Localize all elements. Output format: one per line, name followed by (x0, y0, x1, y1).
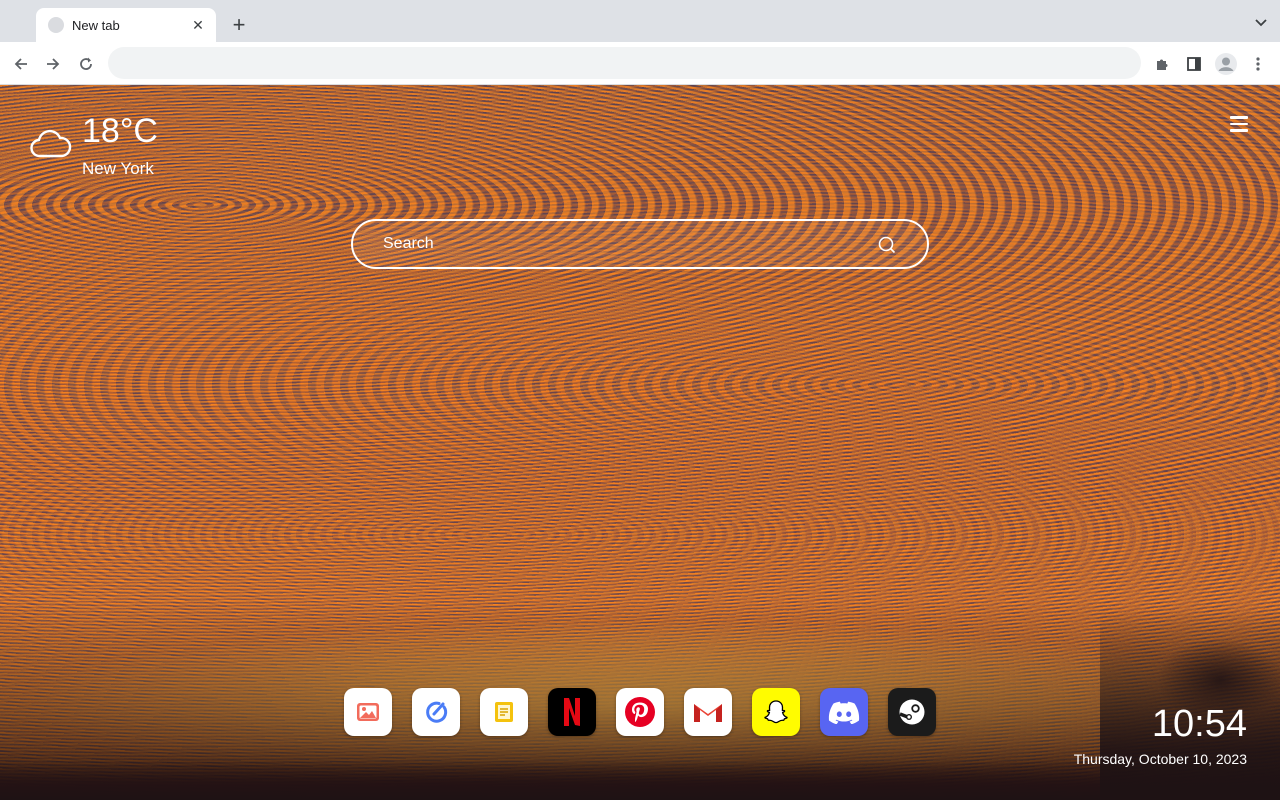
browser-toolbar (0, 42, 1280, 85)
search-input[interactable] (383, 221, 863, 267)
extensions-icon[interactable] (1149, 51, 1175, 77)
search-icon[interactable] (877, 235, 897, 255)
tasks-icon[interactable] (412, 688, 460, 736)
photos-icon[interactable] (344, 688, 392, 736)
tab-strip: New tab ✕ + (0, 0, 1280, 42)
snapchat-icon[interactable] (752, 688, 800, 736)
back-icon[interactable] (8, 51, 34, 77)
tab-new-tab[interactable]: New tab ✕ (36, 8, 216, 42)
pinterest-icon[interactable] (616, 688, 664, 736)
weather-temperature: 18°C (82, 112, 158, 150)
gmail-icon[interactable] (684, 688, 732, 736)
tab-favicon-icon (48, 17, 64, 33)
cloud-icon (30, 129, 72, 158)
search-bar (351, 219, 929, 269)
chevron-down-icon[interactable] (1252, 13, 1270, 31)
app-shortcuts-dock (344, 688, 936, 736)
clock-time: 10:54 (1151, 703, 1247, 745)
netflix-icon[interactable] (548, 688, 596, 736)
discord-icon[interactable] (820, 688, 868, 736)
hamburger-menu-icon[interactable] (1230, 116, 1250, 134)
tab-title: New tab (72, 17, 120, 33)
forward-icon[interactable] (40, 51, 66, 77)
weather-city: New York (82, 159, 154, 178)
steam-icon[interactable] (888, 688, 936, 736)
clock-date: Thursday, October 10, 2023 (1073, 751, 1247, 767)
side-panel-icon[interactable] (1181, 51, 1207, 77)
close-icon[interactable]: ✕ (188, 15, 208, 35)
address-bar-input[interactable] (108, 47, 1141, 79)
more-menu-icon[interactable] (1245, 51, 1271, 77)
new-tab-button[interactable]: + (226, 12, 252, 38)
notes-icon[interactable] (480, 688, 528, 736)
profile-avatar-icon[interactable] (1213, 51, 1239, 77)
reload-icon[interactable] (73, 51, 99, 77)
clock-widget: 10:54 Thursday, October 10, 2023 (1074, 704, 1247, 767)
